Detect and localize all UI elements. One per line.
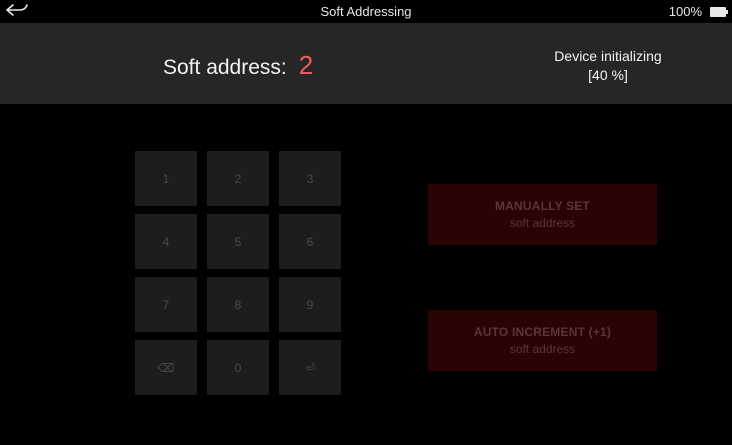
status-title: Soft Addressing — [320, 4, 412, 19]
device-status-progress: [40 %] — [588, 67, 628, 83]
numeric-keypad: 1 2 3 4 5 6 7 8 9 ⌫ 0 ⏎ — [135, 151, 341, 395]
status-bar: Soft Addressing 100% — [0, 0, 732, 23]
soft-address-value: 2 — [298, 50, 314, 80]
enter-key[interactable]: ⏎ — [279, 340, 341, 395]
device-status: Device initializing [40 %] — [536, 47, 680, 85]
key-0[interactable]: 0 — [207, 340, 269, 395]
manually-set-button[interactable]: MANUALLY SET soft address — [428, 184, 657, 245]
battery-indicator: 100% — [668, 4, 728, 19]
key-3[interactable]: 3 — [279, 151, 341, 206]
device-status-text: Device initializing — [554, 48, 662, 64]
key-5[interactable]: 5 — [207, 214, 269, 269]
key-4[interactable]: 4 — [135, 214, 197, 269]
auto-increment-button[interactable]: AUTO INCREMENT (+1) soft address — [428, 310, 657, 371]
auto-increment-sublabel: soft address — [509, 342, 576, 356]
battery-icon — [710, 6, 728, 17]
soft-address-display: Soft address: 2 — [163, 50, 313, 81]
manually-set-sublabel: soft address — [509, 216, 576, 230]
auto-increment-label: AUTO INCREMENT (+1) — [473, 325, 612, 339]
key-8[interactable]: 8 — [207, 277, 269, 332]
key-9[interactable]: 9 — [279, 277, 341, 332]
header: Soft address: 2 Device initializing [40 … — [0, 23, 732, 104]
key-2[interactable]: 2 — [207, 151, 269, 206]
soft-address-label: Soft address: — [163, 56, 287, 79]
battery-percent: 100% — [668, 4, 702, 19]
key-7[interactable]: 7 — [135, 277, 197, 332]
screen: Soft Addressing 100% Soft address: 2 Dev… — [0, 0, 732, 445]
key-1[interactable]: 1 — [135, 151, 197, 206]
key-6[interactable]: 6 — [279, 214, 341, 269]
backspace-key[interactable]: ⌫ — [135, 340, 197, 395]
manually-set-label: MANUALLY SET — [494, 199, 591, 213]
